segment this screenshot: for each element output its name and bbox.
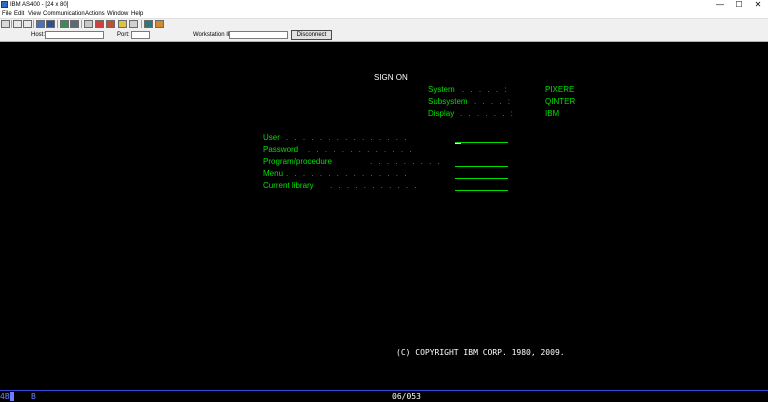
toolbar-separator: [33, 20, 34, 28]
user-input[interactable]: [455, 142, 508, 143]
toolbar: [0, 18, 768, 29]
toolbar-separator: [57, 20, 58, 28]
about-icon[interactable]: [155, 20, 164, 28]
minimize-icon[interactable]: —: [712, 0, 728, 10]
user-dots: . . . . . . . . . . . . . . .: [286, 133, 409, 142]
menu-dots: . . . . . . . . . . . . . . .: [286, 169, 409, 178]
record-icon[interactable]: [95, 20, 104, 28]
menu-communication[interactable]: Communication: [43, 10, 85, 18]
program-procedure-input[interactable]: [455, 166, 508, 167]
macro-icon[interactable]: [84, 20, 93, 28]
system-value: PIXERE: [545, 85, 575, 94]
workstation-id-input[interactable]: [229, 31, 288, 39]
print-icon[interactable]: [1, 20, 10, 28]
session-icon[interactable]: [60, 20, 69, 28]
menu-file[interactable]: File: [2, 10, 12, 18]
status-left-indicator: 4B: [0, 392, 10, 401]
app-icon: [1, 1, 8, 8]
menu-label: Menu: [263, 169, 284, 178]
menu-help[interactable]: Help: [131, 10, 143, 18]
disconnect-icon[interactable]: [46, 20, 55, 28]
password-dots: . . . . . . . . . . . . .: [308, 145, 414, 154]
port-label: Port:: [117, 32, 130, 38]
menu-actions[interactable]: Actions: [85, 10, 105, 18]
toolbar-separator: [141, 20, 142, 28]
display-icon[interactable]: [70, 20, 79, 28]
cursor-position: 06/053: [392, 392, 421, 401]
copy-icon[interactable]: [13, 20, 22, 28]
system-label: System: [428, 85, 455, 94]
program-procedure-label: Program/procedure: [263, 157, 332, 166]
subsystem-value: QINTER: [545, 97, 576, 106]
close-icon[interactable]: ✕: [750, 0, 766, 10]
text-cursor: [455, 143, 461, 144]
port-input[interactable]: [131, 31, 150, 39]
stop-icon[interactable]: [106, 20, 115, 28]
subsystem-label: Subsystem: [428, 97, 468, 106]
maximize-icon[interactable]: ☐: [731, 0, 747, 10]
connection-bar: Host: Port: Workstation ID: Disconnect: [0, 29, 768, 42]
title-bar: IBM AS400 - [24 x 80] — ☐ ✕: [0, 0, 768, 10]
workstation-id-label: Workstation ID:: [193, 32, 234, 38]
terminal-emulator-window: IBM AS400 - [24 x 80] — ☐ ✕ File Edit Vi…: [0, 0, 768, 402]
window-title: IBM AS400 - [24 x 80]: [10, 2, 69, 8]
signon-title: SIGN ON: [374, 73, 408, 82]
keyboard-icon[interactable]: [129, 20, 138, 28]
transfer-icon[interactable]: [118, 20, 127, 28]
program-procedure-dots: . . . . . . . . .: [370, 157, 442, 166]
display-value: IBM: [545, 109, 560, 118]
user-label: User: [263, 133, 280, 142]
status-bar: 4B B 06/053: [0, 391, 768, 402]
menu-window[interactable]: Window: [107, 10, 128, 18]
menu-bar: File Edit View Communication Actions Win…: [0, 10, 768, 18]
paste-icon[interactable]: [23, 20, 32, 28]
subsystem-dots: . . . . :: [474, 97, 513, 106]
display-label: Display: [428, 109, 455, 118]
system-dots: . . . . . :: [462, 85, 509, 94]
host-input[interactable]: [45, 31, 104, 39]
current-library-input[interactable]: [455, 190, 508, 191]
terminal-screen[interactable]: SIGN ON System . . . . . : PIXERE Subsys…: [0, 42, 768, 390]
menu-view[interactable]: View: [28, 10, 41, 18]
password-label: Password: [263, 145, 299, 154]
status-block-icon: [10, 392, 14, 401]
menu-input[interactable]: [455, 178, 508, 179]
current-library-dots: . . . . . . . . . . .: [330, 181, 419, 190]
copyright-text: (C) COPYRIGHT IBM CORP. 1980, 2009.: [396, 348, 565, 357]
status-indicator: B: [31, 392, 36, 401]
display-dots: . . . . . . :: [460, 109, 515, 118]
disconnect-button[interactable]: Disconnect: [291, 30, 332, 40]
menu-edit[interactable]: Edit: [14, 10, 24, 18]
current-library-label: Current library: [263, 181, 314, 190]
settings-icon[interactable]: [144, 20, 153, 28]
connect-icon[interactable]: [36, 20, 45, 28]
toolbar-separator: [11, 20, 12, 28]
toolbar-separator: [81, 20, 82, 28]
host-label: Host:: [31, 32, 46, 38]
